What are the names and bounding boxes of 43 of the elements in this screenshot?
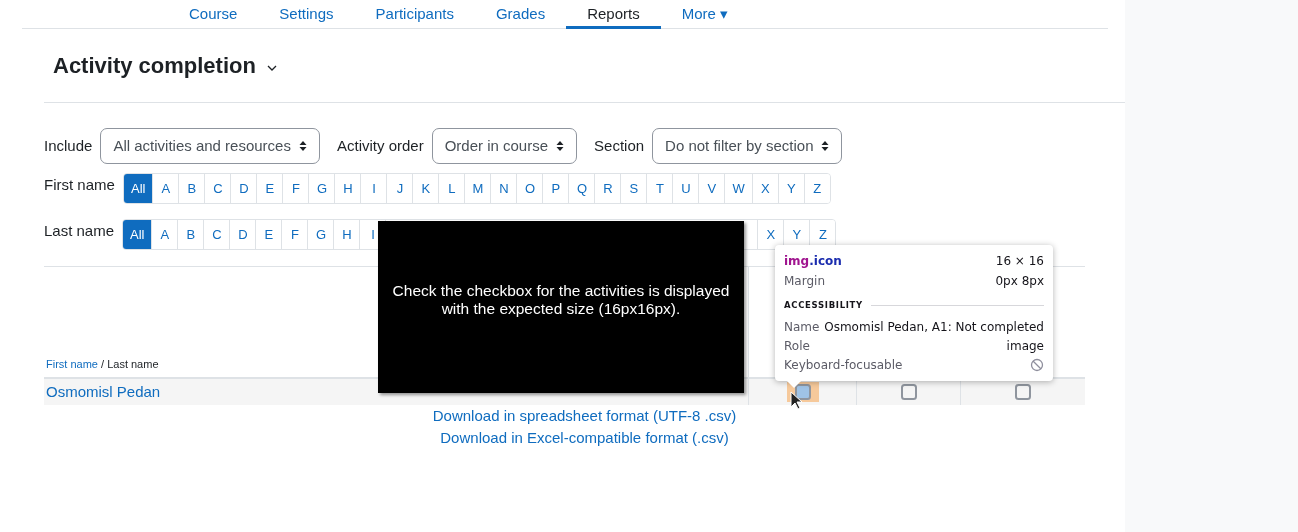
checkbox-icon[interactable] — [1015, 384, 1031, 400]
not-allowed-icon — [1030, 357, 1044, 372]
property-label: Role — [784, 337, 810, 355]
checkbox-icon[interactable] — [794, 384, 811, 400]
chevron-down-icon[interactable] — [266, 64, 277, 71]
filter-label: Include — [44, 135, 93, 156]
filter-label: Last name — [44, 221, 116, 241]
filter-label: Section — [594, 135, 645, 156]
nav-tab[interactable]: Participants — [354, 0, 475, 29]
nav-tab[interactable]: Reports — [566, 0, 661, 29]
download-link[interactable]: Download in spreadsheet format (UTF-8 .csv) — [432, 407, 737, 425]
user-name-link[interactable]: Osmomisl Pedan — [46, 380, 161, 404]
letter-filter-button[interactable]: All — [123, 220, 152, 249]
filter-select[interactable]: All activities and resources — [100, 128, 320, 164]
nav-tab[interactable]: Settings — [258, 0, 355, 29]
property-label: Name — [784, 318, 820, 336]
sort-arrows-icon — [556, 140, 565, 152]
nav-tab[interactable]: Course — [168, 0, 259, 29]
nav-tab[interactable]: More ▾ — [660, 0, 749, 29]
download-link[interactable]: Download in Excel-compatible format (.csv) — [440, 429, 729, 447]
sort-arrows-icon — [821, 140, 830, 152]
section-title: ACCESSIBILITY — [784, 298, 863, 312]
filter-label: First name — [44, 175, 116, 195]
sort-link[interactable]: First name — [46, 355, 98, 372]
margin-label: Margin — [784, 273, 825, 290]
sort-arrows-icon — [298, 140, 307, 152]
filter-select[interactable]: Do not filter by section — [652, 128, 843, 164]
filter-label: Activity order — [336, 135, 424, 156]
caption-text: Check the checkbox for the activities is displayed with the expected size (16px16px). — [391, 282, 731, 318]
property-value: Osmomisl Pedan, A1: Not completed — [824, 318, 1044, 336]
margin-value: 0px 8px — [995, 273, 1044, 290]
sort-link[interactable]: Last name — [107, 355, 159, 372]
nav-tab[interactable]: Grades — [474, 0, 567, 29]
checkbox-icon[interactable] — [900, 384, 917, 400]
sort-separator: / — [100, 356, 106, 372]
letter-filter-button[interactable]: Z — [803, 174, 830, 203]
element-size: 16 × 16 — [995, 253, 1044, 270]
property-label: Keyboard-focusable — [784, 356, 903, 374]
filter-select[interactable]: Order in course — [431, 128, 578, 164]
page-heading: Activity completion — [53, 52, 256, 80]
element-selector: img.icon — [784, 253, 842, 270]
letter-filter-button[interactable]: All — [124, 174, 153, 203]
property-value: image — [1006, 337, 1044, 355]
